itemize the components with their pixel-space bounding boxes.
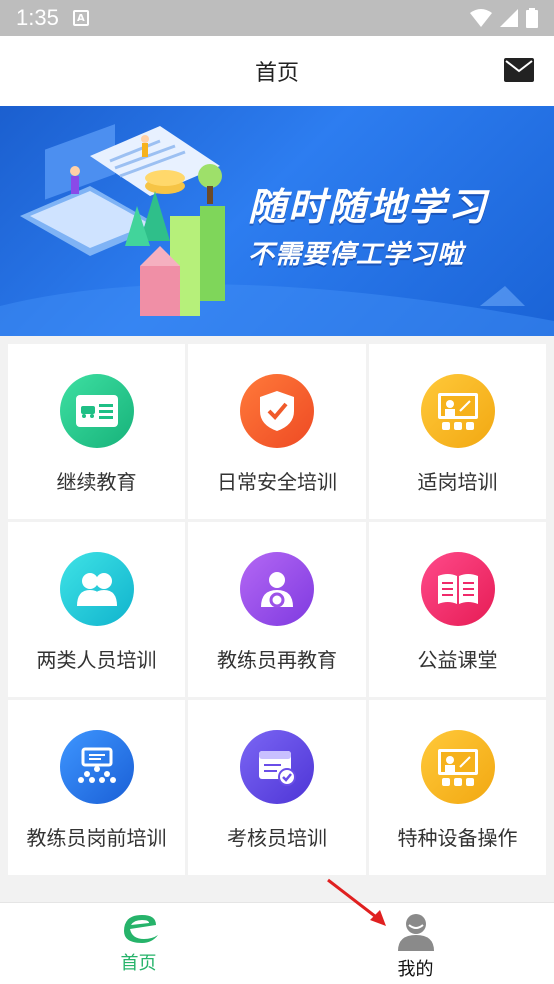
status-time: 1:35 bbox=[16, 5, 59, 30]
category-public-class[interactable]: 公益课堂 bbox=[369, 522, 546, 697]
bottom-nav: 首页 我的 bbox=[0, 902, 554, 984]
classroom-icon bbox=[59, 730, 134, 804]
home-e-logo-icon bbox=[123, 915, 158, 943]
notification-a-icon: A bbox=[72, 10, 89, 26]
driver-icon bbox=[240, 552, 314, 626]
category-label: 日常安全培训 bbox=[217, 470, 337, 494]
two-people-icon bbox=[59, 552, 134, 626]
teacher-board-icon bbox=[420, 374, 495, 448]
promo-banner[interactable]: 随时随地学习 不需要停工学习啦 bbox=[0, 106, 554, 336]
category-continuing-education[interactable]: 继续教育 bbox=[8, 344, 185, 519]
category-special-equipment[interactable]: 特种设备操作 bbox=[369, 700, 546, 875]
nav-home-label: 首页 bbox=[120, 953, 157, 974]
category-label: 考核员培训 bbox=[227, 826, 327, 850]
category-examiner[interactable]: 考核员培训 bbox=[188, 700, 366, 875]
status-bar: 1:35 A bbox=[0, 0, 554, 36]
category-job-fit[interactable]: 适岗培训 bbox=[369, 344, 546, 519]
open-book-icon bbox=[420, 552, 495, 626]
signal-icon bbox=[500, 9, 518, 27]
wifi-icon bbox=[470, 9, 492, 27]
category-label: 公益课堂 bbox=[417, 648, 498, 672]
category-two-types-personnel[interactable]: 两类人员培训 bbox=[8, 522, 185, 697]
category-label: 教练员再教育 bbox=[217, 648, 337, 672]
user-avatar-icon bbox=[397, 914, 434, 951]
category-label: 特种设备操作 bbox=[397, 826, 518, 850]
nav-mine-label: 我的 bbox=[397, 959, 434, 980]
nav-mine[interactable]: 我的 bbox=[277, 903, 554, 984]
category-daily-safety[interactable]: 日常安全培训 bbox=[188, 344, 366, 519]
mail-icon[interactable] bbox=[504, 58, 534, 82]
battery-icon bbox=[526, 8, 538, 28]
page-title: 首页 bbox=[254, 61, 299, 86]
category-grid: 继续教育 日常安全培训 适岗培训 两类人员培训 教练员再教育 公益课堂 教练员岗… bbox=[8, 344, 546, 875]
app-header: 首页 bbox=[0, 36, 554, 106]
red-arrow-annotation bbox=[327, 878, 386, 926]
car-card-icon bbox=[59, 374, 134, 448]
shield-check-icon bbox=[240, 374, 314, 448]
banner-headline: 随时随地学习 bbox=[248, 185, 489, 229]
category-coach-reeducation[interactable]: 教练员再教育 bbox=[188, 522, 366, 697]
category-coach-prejob[interactable]: 教练员岗前培训 bbox=[8, 700, 185, 875]
category-label: 两类人员培训 bbox=[36, 648, 157, 672]
category-label: 适岗培训 bbox=[417, 470, 498, 494]
banner-subline: 不需要停工学习啦 bbox=[248, 240, 465, 270]
category-label: 教练员岗前培训 bbox=[26, 826, 167, 850]
category-label: 继续教育 bbox=[56, 470, 137, 494]
teacher-board-icon bbox=[420, 730, 495, 804]
exam-check-icon bbox=[240, 730, 314, 804]
status-icons bbox=[470, 8, 538, 28]
nav-home[interactable]: 首页 bbox=[0, 903, 277, 984]
